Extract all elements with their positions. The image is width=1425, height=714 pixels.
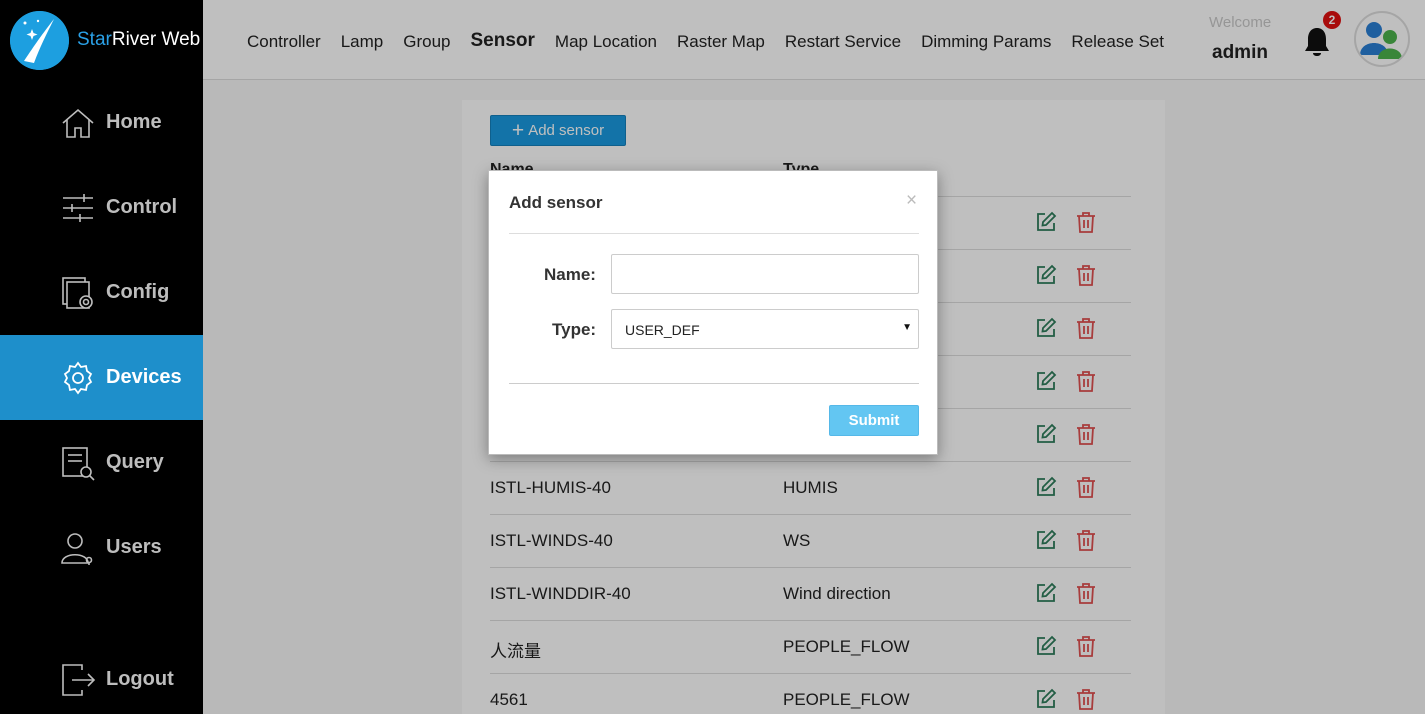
divider [509, 233, 919, 234]
sidebar-item-label: Config [106, 281, 170, 303]
type-select-value: USER_DEF [625, 322, 700, 338]
brand-name: StarRiver Web [77, 29, 201, 50]
modal-title: Add sensor [509, 193, 603, 212]
sidebar-item-query[interactable]: Query [0, 420, 203, 505]
sidebar: StarRiver Web Home Control Config Device… [0, 0, 203, 714]
close-icon[interactable]: × [906, 190, 917, 212]
sidebar-item-users[interactable]: Users [0, 505, 203, 590]
gear-icon [60, 360, 96, 396]
brand-logo-icon [10, 11, 69, 70]
config-icon [60, 275, 96, 311]
divider [509, 383, 919, 384]
sidebar-item-label: Devices [106, 366, 182, 388]
type-label: Type: [552, 320, 597, 339]
user-icon [60, 530, 96, 566]
sidebar-item-label: Home [106, 111, 162, 133]
brand: StarRiver Web [0, 0, 203, 80]
sidebar-item-home[interactable]: Home [0, 80, 203, 165]
submit-button[interactable]: Submit [829, 405, 919, 436]
add-sensor-modal: Add sensor × Name: Type: USER_DEF ▼ Subm… [488, 170, 938, 455]
type-select[interactable]: USER_DEF ▼ [611, 309, 919, 349]
sliders-icon [60, 190, 96, 226]
logout-button[interactable]: Logout [0, 637, 203, 714]
caret-down-icon: ▼ [902, 322, 912, 333]
sidebar-item-control[interactable]: Control [0, 165, 203, 250]
logout-icon [60, 662, 96, 698]
name-label: Name: [544, 265, 596, 284]
sidebar-item-config[interactable]: Config [0, 250, 203, 335]
sidebar-item-label: Users [106, 536, 162, 558]
query-icon [60, 445, 96, 481]
name-field[interactable] [611, 254, 919, 294]
sidebar-item-label: Control [106, 196, 178, 218]
sidebar-item-devices[interactable]: Devices [0, 335, 203, 420]
home-icon [60, 105, 96, 141]
sidebar-item-label: Query [106, 451, 164, 473]
logout-label: Logout [106, 668, 174, 690]
